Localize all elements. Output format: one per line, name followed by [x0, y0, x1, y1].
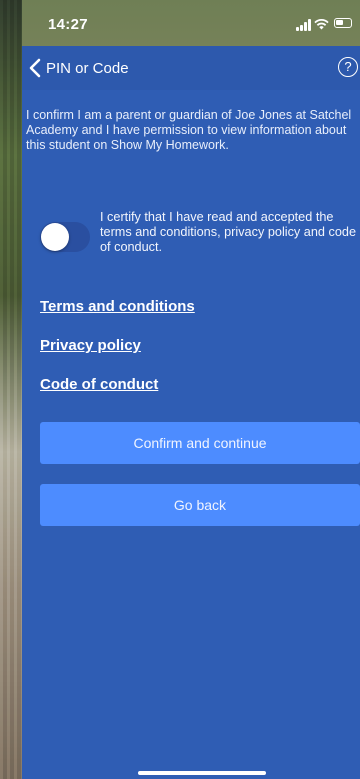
- wifi-icon: [314, 19, 329, 30]
- toggle-knob: [41, 223, 69, 251]
- certify-toggle[interactable]: [40, 222, 90, 252]
- status-icons: [296, 17, 352, 31]
- main-panel: PIN or Code ? I confirm I am a parent or…: [22, 46, 360, 779]
- nav-bar: PIN or Code ?: [22, 46, 360, 90]
- certify-row: I certify that I have read and accepted …: [26, 210, 356, 270]
- battery-icon: [334, 18, 352, 28]
- home-indicator[interactable]: [138, 771, 266, 775]
- chevron-left-icon: [29, 58, 41, 78]
- status-bar: 14:27: [0, 0, 360, 46]
- conduct-link[interactable]: Code of conduct: [40, 376, 158, 393]
- back-button[interactable]: PIN or Code: [28, 57, 129, 79]
- signal-icon: [296, 19, 311, 31]
- confirm-button[interactable]: Confirm and continue: [40, 422, 360, 464]
- certify-label: I certify that I have read and accepted …: [100, 210, 356, 254]
- go-back-button[interactable]: Go back: [40, 484, 360, 526]
- back-label: PIN or Code: [46, 59, 129, 77]
- help-icon[interactable]: ?: [338, 57, 358, 77]
- privacy-link[interactable]: Privacy policy: [40, 337, 141, 354]
- status-time: 14:27: [48, 16, 88, 33]
- terms-link[interactable]: Terms and conditions: [40, 298, 195, 315]
- confirmation-text: I confirm I am a parent or guardian of J…: [26, 108, 352, 152]
- background-photo: [0, 0, 22, 779]
